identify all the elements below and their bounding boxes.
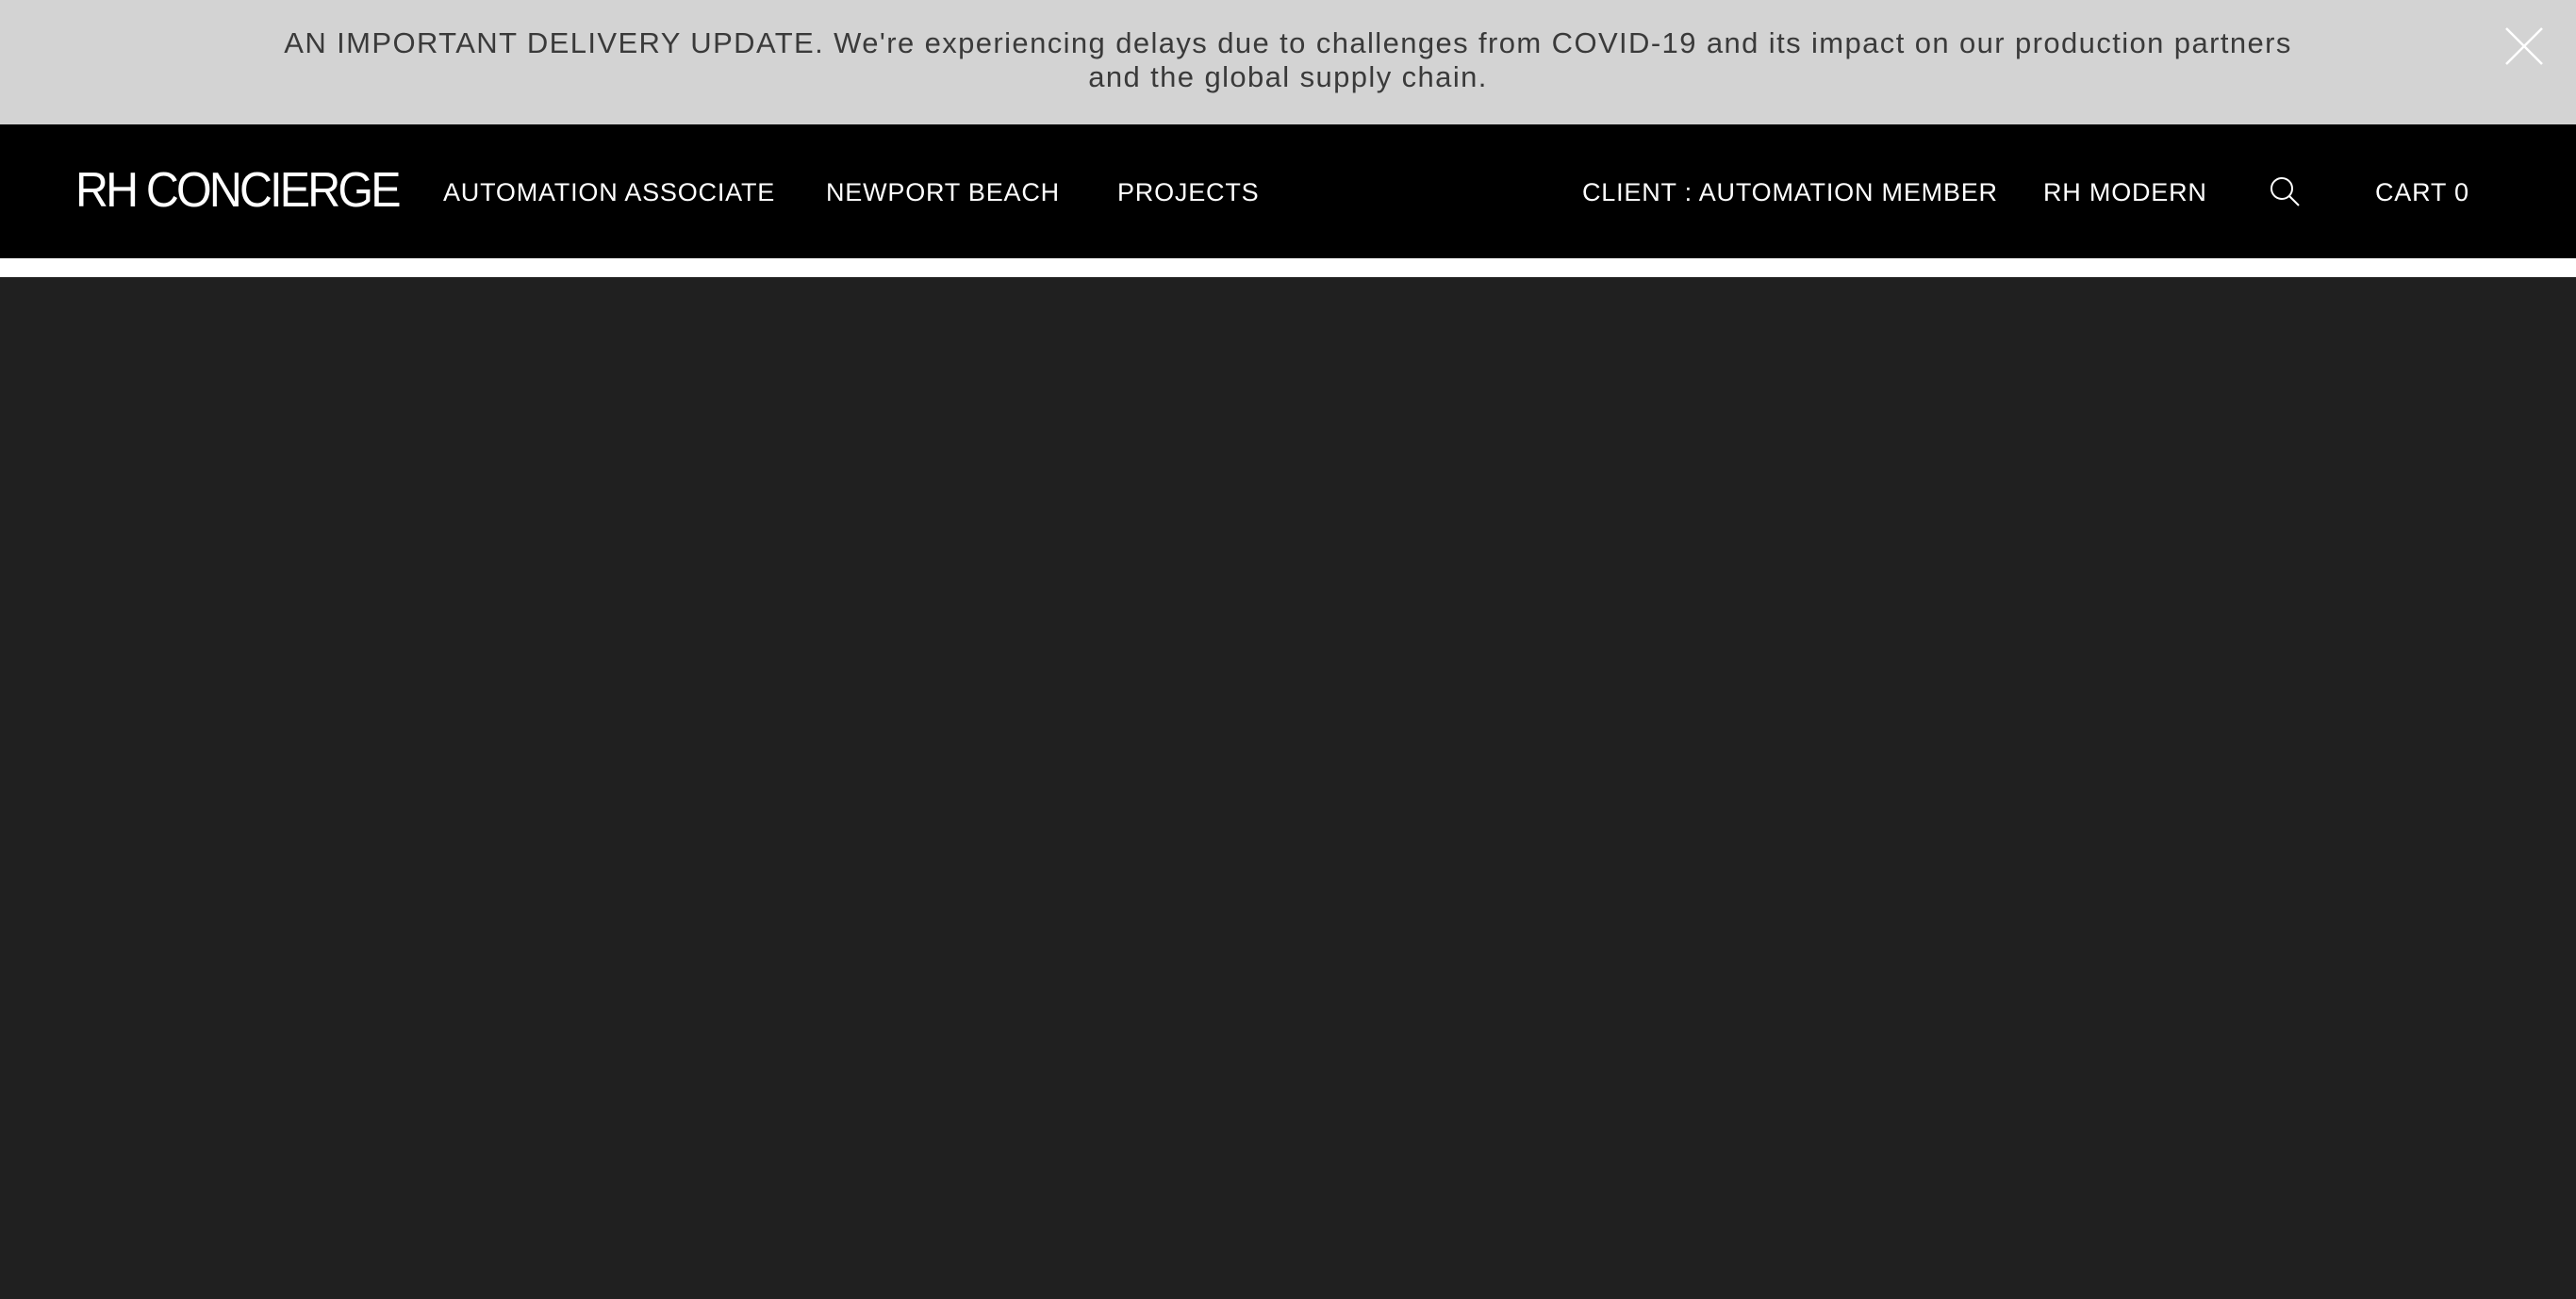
rh-concierge-logo[interactable]: RH CONCIERGE	[75, 162, 401, 219]
nav-projects[interactable]: PROJECTS	[1117, 173, 1259, 211]
delivery-update-banner: AN IMPORTANT DELIVERY UPDATE. We're expe…	[0, 0, 2576, 124]
nav-cart[interactable]: CART 0	[2375, 173, 2469, 211]
header-separator	[0, 258, 2576, 277]
close-icon[interactable]	[2504, 26, 2544, 66]
nav-client-member[interactable]: CLIENT : AUTOMATION MEMBER	[1582, 173, 1998, 211]
nav-newport-beach[interactable]: NEWPORT BEACH	[826, 173, 1060, 211]
nav-automation-associate[interactable]: AUTOMATION ASSOCIATE	[443, 173, 775, 211]
banner-message: AN IMPORTANT DELIVERY UPDATE. We're expe…	[284, 26, 2292, 93]
search-icon[interactable]	[2269, 175, 2301, 207]
nav-rh-modern[interactable]: RH MODERN	[2043, 173, 2207, 211]
main-header: RH CONCIERGE AUTOMATION ASSOCIATE NEWPOR…	[0, 124, 2576, 258]
main-content-area	[0, 277, 2576, 1299]
